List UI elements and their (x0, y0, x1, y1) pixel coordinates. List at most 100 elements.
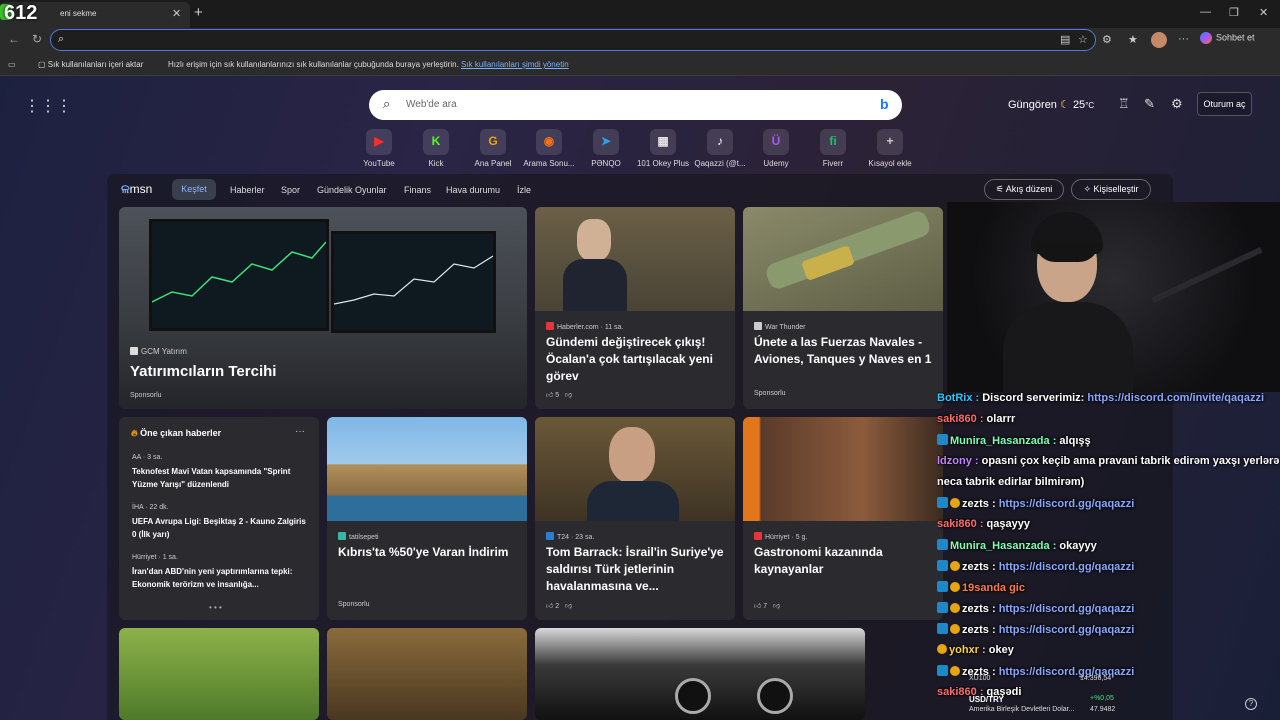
refresh-icon[interactable]: ↻ (32, 32, 42, 46)
news-card[interactable]: T24 · 23 sa. Tom Barrack: İsrail'in Suri… (535, 417, 735, 620)
chat-link[interactable]: https://discord.gg/qaqazzi (999, 561, 1135, 573)
sponsored-card[interactable]: tatilsepeti Kıbrıs'ta %50'ye Varan İndir… (327, 417, 527, 620)
pager-dots[interactable]: • • • (209, 603, 222, 612)
news-item-source: İHA · 22 dk. (132, 504, 169, 511)
favorite-star-icon[interactable]: ☆ (1078, 33, 1088, 46)
reader-icon[interactable]: ▤ (1060, 33, 1070, 46)
weather-city: Güngören (1008, 99, 1057, 111)
tab-gundelik-oyunlar[interactable]: Gündelik Oyunlar (317, 185, 387, 195)
stock-chart-left (151, 241, 327, 303)
bing-icon[interactable]: b (880, 96, 889, 112)
news-item-text: Teknofest Mavi Vatan kapsamında "Sprint … (132, 467, 291, 489)
subscriber-badge-icon (937, 665, 948, 676)
navigation-bar: ← ↻ ⌕ ▤ ☆ ⚙ ★ ··· Sohbet et (0, 28, 1280, 52)
import-favorites-link[interactable]: ▢ Sık kullanılanları içeri aktar (38, 60, 143, 69)
msn-logo[interactable]: ଳmsn (121, 182, 152, 197)
avatar[interactable] (1151, 32, 1167, 48)
shortcut-label: PӘNQO (591, 159, 621, 168)
copilot-chat-button[interactable]: Sohbet et (1200, 32, 1255, 44)
news-card[interactable]: Haberler.com · 11 sa. Gündemi değiştirec… (535, 207, 735, 409)
like-button[interactable]: 👍︎ 2 👎︎ (546, 601, 572, 610)
more-options-icon[interactable]: ··· (295, 426, 305, 437)
shortcut-tile[interactable]: ♪ Qaqazzi (@t... (690, 129, 750, 168)
shortcut-tile[interactable]: + Kısayol ekle (860, 129, 920, 168)
favorites-icon[interactable]: ★ (1128, 33, 1138, 46)
finance-ticker[interactable]: XU100 14.396,54 USD/TRY Amerika Birleşik… (965, 672, 1140, 716)
stream-chat-overlay: BotRix : Discord serverimiz: https://dis… (937, 392, 1280, 704)
feed-layout-button[interactable]: ⚟ Akış düzeni (984, 179, 1064, 200)
close-icon[interactable]: ✕ (172, 7, 181, 20)
personalize-button[interactable]: ✧ Kişiselleştir (1071, 179, 1151, 200)
like-count: 7 (763, 603, 768, 610)
window-close-icon[interactable]: ✕ (1259, 6, 1268, 19)
news-list-item[interactable]: AA · 3 sa. Teknofest Mavi Vatan kapsamın… (132, 454, 312, 491)
new-tab-icon[interactable]: + (194, 4, 203, 21)
shortcut-tile[interactable]: Ü Udemy (746, 129, 806, 168)
tab-haberler[interactable]: Haberler (230, 185, 265, 195)
extensions-icon[interactable]: ⚙ (1102, 33, 1112, 46)
top-news-header: 🔥︎ Öne çıkan haberler (131, 428, 221, 439)
feed-layout-label: Akış düzeni (1005, 184, 1053, 194)
bazaar-card[interactable] (327, 628, 527, 720)
shortcut-tile[interactable]: ➤ PӘNQO (576, 129, 636, 168)
chat-link[interactable]: https://discord.com/invite/qaqazzi (1087, 392, 1264, 404)
subscriber-badge-icon (937, 623, 948, 634)
shortcut-tile[interactable]: ▦ 101 Okey Plus (633, 129, 693, 168)
gift-badge-icon (950, 498, 960, 508)
chat-link[interactable]: https://discord.gg/qaqazzi (999, 498, 1135, 510)
chat-username: Munira_Hasanzada : (950, 540, 1060, 552)
tab-spor[interactable]: Spor (281, 185, 300, 195)
signin-button[interactable]: Oturum aç (1197, 92, 1252, 116)
monitor-right (331, 231, 496, 333)
address-bar[interactable]: ⌕ (50, 29, 1096, 51)
news-image (535, 417, 735, 521)
shortcut-tile[interactable]: K Kick (406, 129, 466, 168)
currency-symbol: USD/TRY (969, 695, 1004, 704)
favorites-bar-icon: ▭ (8, 60, 16, 69)
car-card[interactable] (535, 628, 865, 720)
sponsored-card[interactable]: War Thunder Únete a las Fuerzas Navales … (743, 207, 943, 409)
tab-kesfet[interactable]: Keşfet (172, 179, 216, 200)
chat-message: saki860 : olarrr (937, 413, 1280, 434)
chat-link[interactable]: https://discord.gg/qaqazzi (999, 624, 1135, 636)
settings-gear-icon[interactable]: ⚙ (1171, 96, 1183, 112)
help-icon[interactable]: ? (1245, 698, 1257, 710)
maximize-icon[interactable]: ❐ (1229, 6, 1239, 19)
chat-message: yohxr : okey (937, 644, 1280, 665)
edit-icon[interactable]: ✎ (1144, 96, 1155, 112)
warplane-image (743, 207, 943, 311)
vineyard-card[interactable] (119, 628, 319, 720)
hero-sponsored: Sponsorlu (130, 392, 162, 399)
news-list-item[interactable]: Hürriyet · 1 sa. İran'dan ABD'nin yeni y… (132, 554, 312, 591)
chat-message: saki860 : qaşayyy (937, 518, 1280, 539)
manage-favorites-link[interactable]: Sık kullanılanları şimdi yönetin (461, 60, 569, 69)
top-news-title: Öne çıkan haberler (140, 428, 222, 438)
top-news-card: 🔥︎ Öne çıkan haberler ··· AA · 3 sa. Tek… (119, 417, 319, 620)
overlay-counter: 612 (4, 2, 38, 24)
tab-finans[interactable]: Finans (404, 185, 431, 195)
minimize-icon[interactable]: — (1200, 6, 1211, 18)
more-icon[interactable]: ··· (1178, 33, 1189, 45)
sponsored-title: Únete a las Fuerzas Navales - Aviones, T… (754, 335, 932, 366)
apps-grid-icon[interactable]: ⋮⋮⋮ (24, 96, 72, 116)
weather-widget[interactable]: Güngören ☾ 25°C (1008, 98, 1094, 111)
shortcut-tile[interactable]: G Ana Panel (463, 129, 523, 168)
tab-hava-durumu[interactable]: Hava durumu (446, 185, 500, 195)
chat-message: 19sanda gic (937, 581, 1280, 602)
chat-text: okey (988, 644, 1014, 656)
news-card[interactable]: Hürriyet · 5 g. Gastronomi kazanında kay… (743, 417, 943, 620)
hero-card[interactable]: GCM Yatırım Yatırımcıların Tercihi Spons… (119, 207, 527, 409)
index-value: 14.396,54 (1080, 675, 1112, 682)
search-icon: ⌕ (383, 96, 391, 111)
shortcut-tile[interactable]: ◉ Arama Sonu... (519, 129, 579, 168)
chat-link[interactable]: https://discord.gg/qaqazzi (999, 603, 1135, 615)
shortcut-tile[interactable]: fi Fiverr (803, 129, 863, 168)
like-button[interactable]: 👍︎ 7 👎︎ (754, 601, 780, 610)
rewards-icon[interactable]: ♖ (1118, 96, 1130, 112)
shortcut-tile[interactable]: ▶ YouTube (349, 129, 409, 168)
web-search-box[interactable]: ⌕ Web'de ara b (369, 90, 902, 120)
back-icon[interactable]: ← (8, 32, 20, 46)
like-button[interactable]: 👍︎ 5 👎︎ (546, 390, 572, 399)
news-list-item[interactable]: İHA · 22 dk. UEFA Avrupa Ligi: Beşiktaş … (132, 504, 312, 541)
tab-izle[interactable]: İzle (517, 185, 531, 195)
